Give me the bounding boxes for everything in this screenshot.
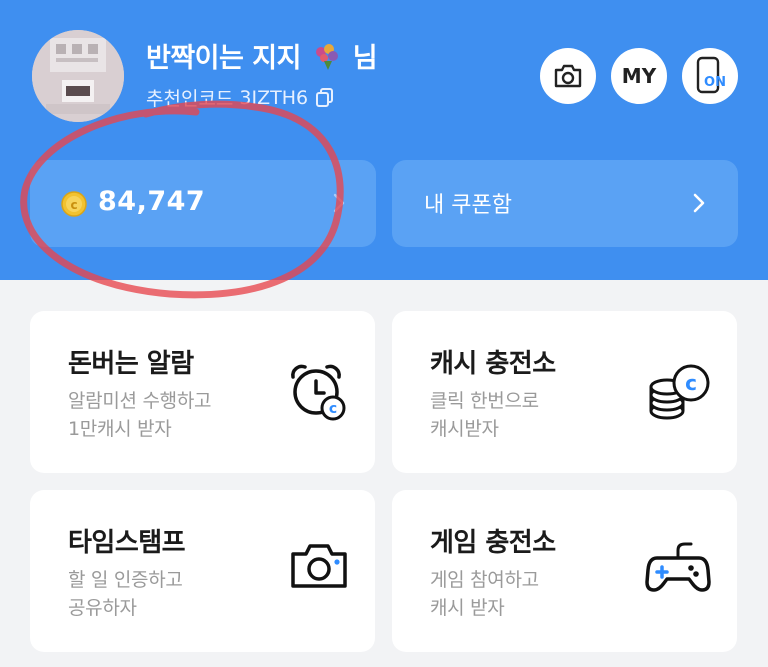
copy-icon[interactable] [316, 87, 334, 108]
svg-text:c: c [70, 198, 77, 212]
coupon-label: 내 쿠폰함 [424, 193, 512, 218]
profile-photo [32, 30, 124, 122]
tile-description-line: 게임 참여하고 [430, 569, 539, 591]
username-suffix: 님 [352, 43, 378, 74]
profile-header: 반짝이는 지지 님 추천인코드 3IZTH6 MY ON c 84,747 내 … [0, 0, 768, 280]
tile-description-line: 1만캐시 받자 [68, 418, 172, 440]
referral-code: 3IZTH6 [239, 86, 309, 109]
bouquet-icon [315, 44, 338, 70]
my-page-button[interactable]: MY [611, 48, 667, 104]
svg-text:c: c [685, 371, 697, 395]
tile-title: 게임 충전소 [430, 528, 556, 558]
coin-icon: c [61, 191, 87, 217]
tile-description-line: 캐시받자 [430, 418, 499, 440]
tile-description-line: 캐시 받자 [430, 597, 505, 619]
cash-amount: 84,747 [98, 186, 206, 217]
camera-icon [291, 544, 347, 588]
tile-description: 게임 참여하고 캐시 받자 [430, 566, 630, 622]
tile-title: 돈버는 알람 [68, 349, 194, 379]
referral-label: 추천인코드 [146, 88, 234, 110]
gamepad-icon [645, 542, 711, 592]
alarm-clock-coin-icon: c [291, 364, 346, 421]
camera-icon [554, 64, 582, 88]
tile-description-line: 공유하자 [68, 597, 137, 619]
tile-description-line: 클릭 한번으로 [430, 390, 539, 412]
cash-balance-card[interactable]: c 84,747 [30, 160, 376, 247]
tile-description-line: 알람미션 수행하고 [68, 390, 212, 412]
chevron-right-icon [693, 193, 705, 213]
avatar[interactable] [32, 30, 124, 122]
cash-charging-tile[interactable]: 캐시 충전소 클릭 한번으로 캐시받자 c [392, 311, 737, 473]
money-alarm-tile[interactable]: 돈버는 알람 알람미션 수행하고 1만캐시 받자 c [30, 311, 375, 473]
coupon-box-card[interactable]: 내 쿠폰함 [392, 160, 738, 247]
phone-screen-on-icon: ON [696, 56, 725, 94]
tile-title: 캐시 충전소 [430, 349, 556, 379]
username-text: 반짝이는 지지 [146, 43, 301, 74]
camera-button[interactable] [540, 48, 596, 104]
username: 반짝이는 지지 님 [146, 36, 378, 75]
tile-description: 알람미션 수행하고 1만캐시 받자 [68, 387, 268, 443]
tile-description-line: 할 일 인증하고 [68, 569, 183, 591]
screen-on-button[interactable]: ON [682, 48, 738, 104]
game-charging-tile[interactable]: 게임 충전소 게임 참여하고 캐시 받자 [392, 490, 737, 652]
referral-code-row[interactable]: 추천인코드 3IZTH6 [146, 84, 334, 111]
my-label: MY [621, 64, 657, 88]
on-label: ON [704, 75, 725, 90]
tile-description: 할 일 인증하고 공유하자 [68, 566, 268, 622]
timestamp-tile[interactable]: 타임스탬프 할 일 인증하고 공유하자 [30, 490, 375, 652]
tile-title: 타임스탬프 [68, 528, 186, 558]
svg-text:c: c [329, 401, 337, 417]
coin-stack-icon: c [649, 364, 710, 420]
tile-description: 클릭 한번으로 캐시받자 [430, 387, 630, 443]
chevron-right-icon [333, 193, 345, 213]
